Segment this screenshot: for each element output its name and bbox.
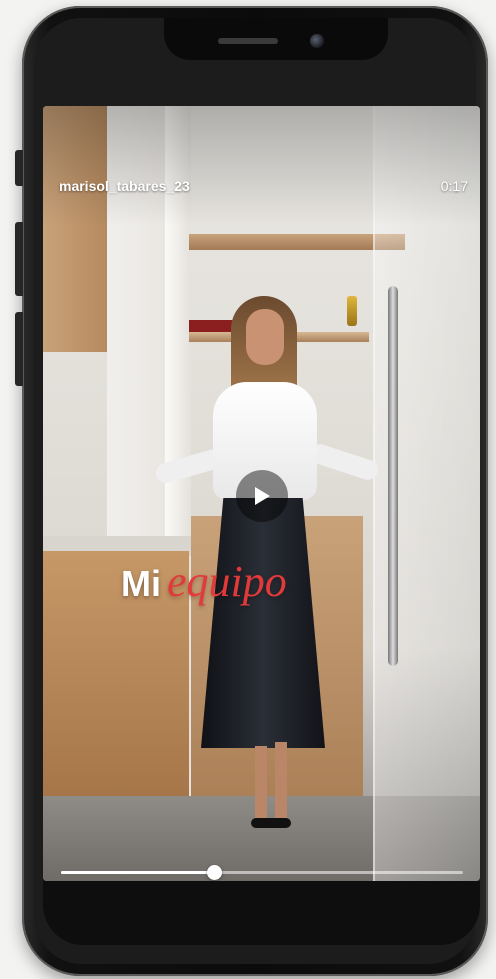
person-leg-right bbox=[275, 742, 287, 824]
volume-up-button bbox=[15, 222, 23, 296]
background-door-handle bbox=[388, 286, 398, 666]
background-trophy bbox=[347, 296, 357, 326]
play-button[interactable] bbox=[236, 470, 288, 522]
phone-bottom-area bbox=[43, 881, 480, 945]
video-username[interactable]: marisol_tabares_23 bbox=[59, 178, 190, 194]
caption-word-mi: Mi bbox=[121, 563, 161, 604]
person-arm-right bbox=[307, 441, 381, 483]
person-leg-left bbox=[255, 746, 267, 824]
video-player[interactable]: marisol_tabares_23 0:17 Mi equipo bbox=[43, 106, 480, 881]
front-camera bbox=[310, 34, 324, 48]
video-duration: 0:17 bbox=[440, 178, 468, 194]
earpiece-speaker bbox=[218, 38, 278, 44]
progress-fill bbox=[61, 871, 214, 874]
mute-switch bbox=[15, 150, 23, 186]
play-icon bbox=[255, 487, 270, 505]
volume-down-button bbox=[15, 312, 23, 386]
person-shoe-right bbox=[265, 818, 291, 828]
progress-scrubber[interactable] bbox=[206, 865, 222, 880]
video-caption: Mi equipo bbox=[121, 556, 287, 607]
top-gradient-overlay bbox=[43, 106, 480, 226]
caption-word-equipo: equipo bbox=[167, 557, 287, 606]
progress-bar[interactable] bbox=[61, 865, 463, 880]
person-face bbox=[246, 309, 284, 365]
